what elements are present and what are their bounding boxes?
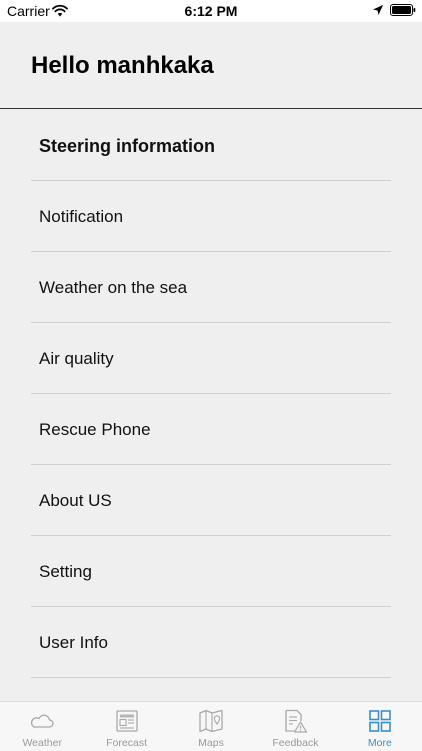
menu-list: Steering information Notification Weathe… xyxy=(0,110,422,678)
feedback-icon xyxy=(285,709,308,733)
tab-label: More xyxy=(367,737,392,749)
tab-weather[interactable]: Weather xyxy=(0,702,84,751)
grid-icon xyxy=(369,710,391,732)
location-arrow-icon xyxy=(373,5,383,15)
clock-label: 6:12 PM xyxy=(184,3,238,19)
menu-item-user-info[interactable]: User Info xyxy=(31,607,391,678)
menu-item-rescue-phone[interactable]: Rescue Phone xyxy=(31,394,391,465)
menu-item-label: About US xyxy=(39,491,112,510)
tab-label: Weather xyxy=(22,737,62,749)
menu-item-label: Air quality xyxy=(39,349,114,368)
tab-more[interactable]: More xyxy=(338,702,422,751)
tab-feedback[interactable]: Feedback xyxy=(253,702,337,751)
menu-item-weather-on-the-sea[interactable]: Weather on the sea xyxy=(31,252,391,323)
header: Hello manhkaka xyxy=(0,22,422,109)
menu-item-label: User Info xyxy=(39,633,108,652)
menu-item-air-quality[interactable]: Air quality xyxy=(31,323,391,394)
menu-item-about-us[interactable]: About US xyxy=(31,465,391,536)
tab-forecast[interactable]: Forecast xyxy=(84,702,168,751)
menu-item-notification[interactable]: Notification xyxy=(31,181,391,252)
menu-item-steering-information[interactable]: Steering information xyxy=(31,110,391,181)
tab-label: Maps xyxy=(198,737,224,749)
tab-label: Forecast xyxy=(106,737,148,749)
newspaper-icon xyxy=(115,710,138,732)
tab-bar: Weather Forecast Maps Feedback More xyxy=(0,701,422,751)
menu-item-label: Setting xyxy=(39,562,92,581)
menu-item-label: Weather on the sea xyxy=(39,278,188,297)
battery-icon xyxy=(390,4,416,16)
menu-item-label: Steering information xyxy=(39,136,216,156)
status-bar: Carrier 6:12 PM xyxy=(0,0,422,22)
cloud-icon xyxy=(31,714,54,728)
page-title: Hello manhkaka xyxy=(31,52,214,79)
menu-item-label: Notification xyxy=(39,207,124,226)
menu-item-label: Rescue Phone xyxy=(39,420,151,439)
tab-maps[interactable]: Maps xyxy=(169,702,253,751)
tab-label: Feedback xyxy=(272,737,319,749)
menu-item-setting[interactable]: Setting xyxy=(31,536,391,607)
map-icon xyxy=(199,709,223,733)
